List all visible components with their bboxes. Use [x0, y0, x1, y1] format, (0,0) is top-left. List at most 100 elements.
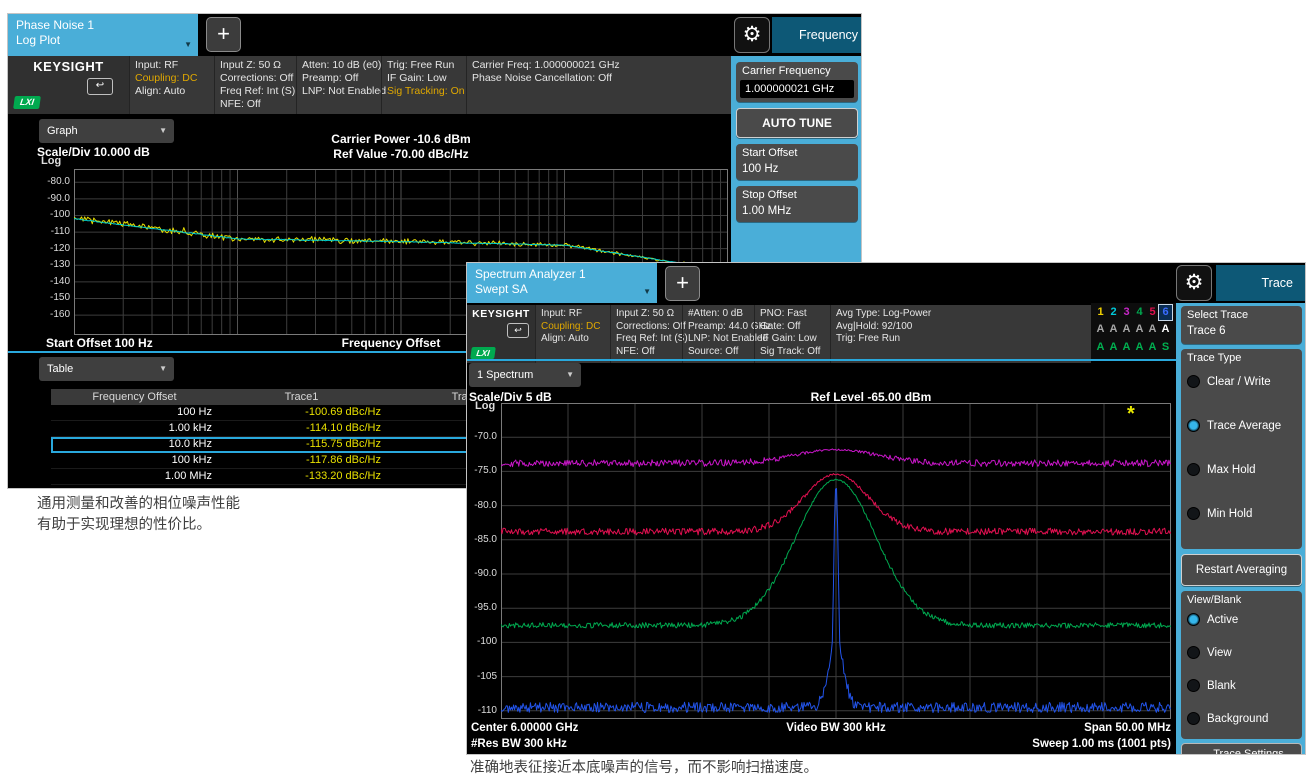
settings-line: Coupling: DC — [541, 321, 610, 334]
cell-trace1: -117.86 dBc/Hz — [218, 453, 385, 468]
radio-blank[interactable]: Blank — [1187, 673, 1298, 699]
stop-offset-button[interactable]: Stop Offset 1.00 MHz — [736, 186, 858, 222]
radio-label: Clear / Write — [1207, 376, 1271, 388]
stop-offset-label: Stop Offset — [742, 189, 797, 201]
cell-frequency-offset: 100 Hz — [51, 405, 218, 420]
radio-clear-write[interactable]: Clear / Write — [1187, 369, 1298, 395]
table-header-cell: Trace1 — [218, 389, 385, 405]
trace-status-grid: 123456AAAAAAAAAAAS — [1091, 303, 1176, 359]
carrier-frequency-value[interactable]: 1.000000021 GHz — [740, 80, 854, 98]
trace-number[interactable]: 3 — [1120, 305, 1133, 320]
trace-number[interactable]: 4 — [1133, 305, 1146, 320]
trace-number[interactable]: 5 — [1146, 305, 1159, 320]
cell-trace1: -115.75 dBc/Hz — [218, 437, 385, 452]
settings-gear-button[interactable]: ⚙ — [1176, 265, 1212, 301]
trace-type-letter: A — [1094, 322, 1107, 337]
settings-line: Coupling: DC — [135, 72, 214, 85]
settings-column: PNO: FastGate: OffIF Gain: LowSig Track:… — [754, 305, 830, 363]
view-blank-group: View/Blank ActiveViewBlankBackground — [1181, 591, 1302, 739]
ref-level-label: Ref Level -65.00 dBm — [721, 390, 1021, 404]
trace-number[interactable]: 1 — [1094, 305, 1107, 320]
y-axis-tick: -85.0 — [467, 534, 497, 545]
y-axis-tick: -75.0 — [467, 465, 497, 476]
y-axis-tick: -80.0 — [467, 500, 497, 511]
tab-title: Phase Noise 1 — [16, 18, 190, 33]
trace-detector-letter: A — [1094, 340, 1107, 355]
settings-line: LNP: Not Enabled — [302, 85, 381, 98]
start-offset-label: Start Offset — [742, 147, 797, 159]
sweep-label: Sweep 1.00 ms (1001 pts) — [971, 738, 1171, 750]
view-dropdown-table[interactable]: Table ▼ — [39, 357, 174, 381]
auto-tune-button[interactable]: AUTO TUNE — [736, 108, 858, 138]
trace-number[interactable]: 2 — [1107, 305, 1120, 320]
y-axis-tick: -100 — [38, 209, 70, 220]
settings-line: Preamp: Off — [302, 72, 381, 85]
view-dropdown-spectrum[interactable]: 1 Spectrum ▼ — [469, 363, 581, 387]
cell-frequency-offset: 1.00 MHz — [51, 469, 218, 484]
select-trace-label: Select Trace — [1187, 309, 1248, 321]
settings-column: Input: RFCoupling: DCAlign: Auto — [535, 305, 610, 363]
radio-active[interactable]: Active — [1187, 607, 1298, 633]
cell-trace1: -114.10 dBc/Hz — [218, 421, 385, 436]
chevron-down-icon: ▼ — [159, 119, 167, 143]
radio-icon — [1187, 419, 1200, 432]
radio-max-hold[interactable]: Max Hold — [1187, 457, 1298, 483]
keysight-logo-block: KEYSIGHT ↩ LXI — [467, 305, 535, 363]
gear-icon: ⚙ — [743, 23, 762, 46]
gear-icon: ⚙ — [1185, 271, 1204, 294]
ref-value-label: Ref Value -70.00 dBc/Hz — [251, 147, 551, 161]
trace-settings-line1: Trace Settings — [1196, 747, 1301, 755]
settings-line: Input: RF — [541, 308, 610, 321]
win1-panel-header: Frequency — [772, 17, 861, 53]
settings-line: LNP: Not Enabled — [688, 333, 754, 346]
radio-background[interactable]: Background — [1187, 706, 1298, 732]
trace-panel: Select Trace Trace 6 Trace Type Clear / … — [1176, 303, 1306, 755]
trace-detector-letters-row: AAAAAS — [1094, 340, 1174, 355]
trace-type-letter: A — [1120, 322, 1133, 337]
log-axis-label: Log — [41, 155, 61, 167]
carrier-frequency-button[interactable]: Carrier Frequency 1.000000021 GHz — [736, 62, 858, 102]
radio-min-hold[interactable]: Min Hold — [1187, 501, 1298, 527]
trace-detector-letter: A — [1120, 340, 1133, 355]
add-tab-button[interactable]: + — [665, 266, 700, 301]
win1-settings-bar: KEYSIGHT ↩ LXI Input: RFCoupling: DCAlig… — [8, 56, 731, 114]
caption-phase-noise: 通用测量和改善的相位噪声性能 有助于实现理想的性价比。 — [37, 494, 240, 536]
lxi-badge: LXI — [470, 347, 496, 359]
settings-line: Trig: Free Run — [387, 59, 466, 72]
settings-gear-button[interactable]: ⚙ — [734, 17, 770, 53]
settings-line: Input Z: 50 Ω — [220, 59, 296, 72]
chevron-left-icon: ❮ — [1188, 754, 1199, 755]
radio-view[interactable]: View — [1187, 640, 1298, 666]
win2-panel-header: Trace — [1216, 265, 1305, 301]
radio-trace-average[interactable]: Trace Average — [1187, 413, 1298, 439]
settings-line: NFE: Off — [220, 98, 296, 111]
view-dropdown-graph[interactable]: Graph ▼ — [39, 119, 174, 143]
y-axis-tick: -110 — [467, 705, 497, 716]
trace-detector-letter: A — [1133, 340, 1146, 355]
tab-phase-noise[interactable]: Phase Noise 1 Log Plot ▼ — [8, 14, 198, 56]
y-axis-tick: -140 — [38, 276, 70, 287]
caption-line: 有助于实现理想的性价比。 — [37, 515, 240, 536]
y-axis-tick: -90.0 — [38, 193, 70, 204]
restart-averaging-button[interactable]: Restart Averaging — [1181, 554, 1302, 586]
keysight-logo-block: KEYSIGHT ↩ LXI — [8, 56, 129, 114]
chevron-down-icon: ▼ — [159, 357, 167, 381]
trace-type-group: Trace Type Clear / WriteTrace AverageMax… — [1181, 349, 1302, 549]
start-offset-button[interactable]: Start Offset 100 Hz — [736, 144, 858, 180]
settings-line: Input Z: 50 Ω — [616, 308, 682, 321]
win1-tab-bar: Phase Noise 1 Log Plot ▼ + ⚙ Frequency — [8, 14, 861, 56]
add-tab-button[interactable]: + — [206, 17, 241, 52]
settings-column: Avg Type: Log-PowerAvg|Hold: 92/100Trig:… — [830, 305, 1091, 363]
trace-number[interactable]: 6 — [1159, 305, 1172, 320]
select-trace-button[interactable]: Select Trace Trace 6 — [1181, 306, 1302, 344]
tab-spectrum-analyzer[interactable]: Spectrum Analyzer 1 Swept SA ▼ — [467, 263, 657, 303]
stop-offset-value: 1.00 MHz — [742, 205, 791, 217]
radio-icon — [1187, 613, 1200, 626]
video-bw-label: Video BW 300 kHz — [671, 722, 1001, 734]
cell-frequency-offset: 1.00 kHz — [51, 421, 218, 436]
trace-type-letter: A — [1159, 322, 1172, 337]
lxi-badge: LXI — [13, 96, 41, 109]
radio-label: Max Hold — [1207, 464, 1256, 476]
trace-type-letter: A — [1146, 322, 1159, 337]
trace-settings-table-button[interactable]: ❮ Trace Settings Table — [1181, 743, 1302, 755]
